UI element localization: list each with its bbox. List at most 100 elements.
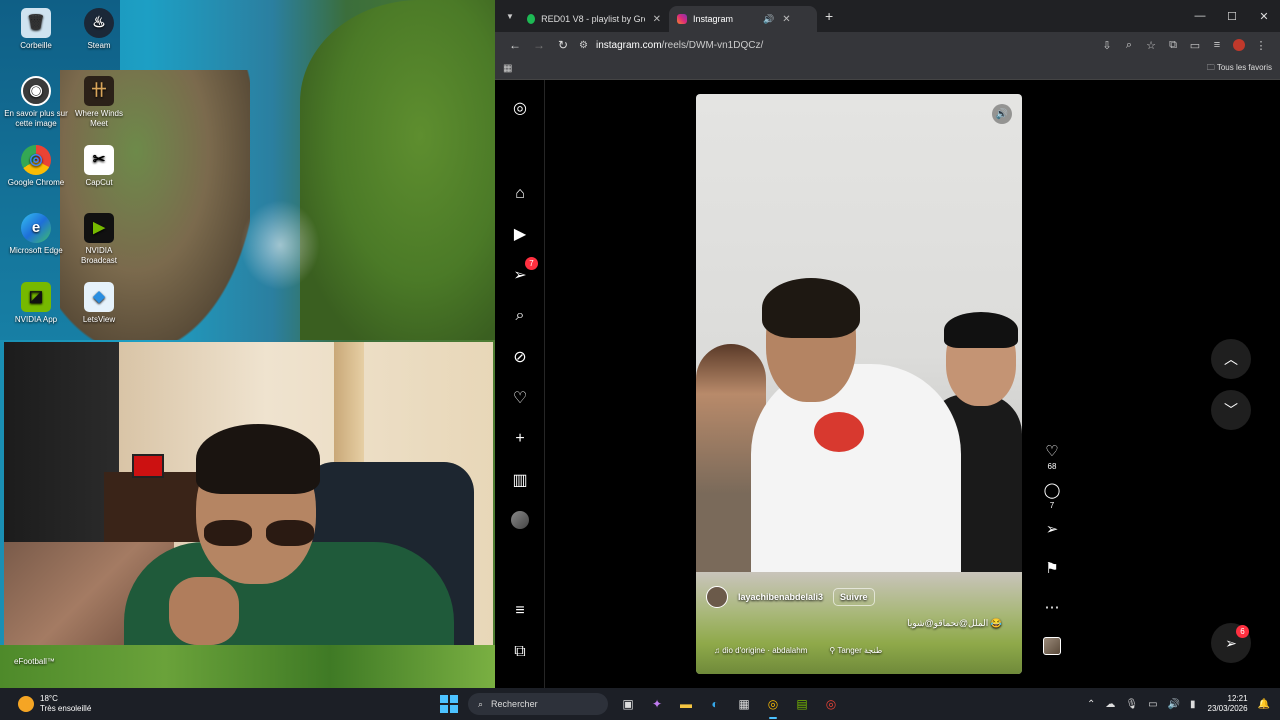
desktop-icon-capcut[interactable]: ✂ CapCut — [67, 145, 131, 188]
volume-icon[interactable]: 🔊 — [992, 104, 1012, 124]
home-icon[interactable]: ⌂ — [508, 182, 532, 206]
microphone-icon[interactable]: 🎙 — [1125, 699, 1138, 710]
onedrive-icon[interactable]: ☁ — [1105, 699, 1115, 710]
reels-icon[interactable]: ▶ — [508, 222, 532, 246]
address-bar: ← → ↻ ⚙ instagram.com/reels/DWM-vn1DQCz/… — [495, 32, 1280, 58]
extensions-icon[interactable]: ⧉ — [1162, 39, 1184, 52]
next-reel-button[interactable]: ﹀ — [1211, 390, 1251, 430]
profile-avatar-icon[interactable] — [1233, 38, 1245, 51]
search-icon[interactable]: ⌕ — [508, 304, 532, 328]
task-view-icon[interactable]: ▣ — [616, 692, 640, 716]
desktop-icon-label: Steam — [87, 41, 111, 50]
all-bookmarks-button[interactable]: 🗀 Tous les favoris — [1207, 62, 1272, 76]
reel-location[interactable]: ⚲ Tanger طنجة — [829, 646, 882, 655]
profile-item[interactable] — [508, 508, 532, 532]
like-button[interactable]: ♡ 68 — [1035, 442, 1069, 472]
desktop-icon-recycle-bin[interactable]: 🗑 Corbeille — [4, 8, 68, 51]
save-button[interactable]: ⚑ — [1035, 559, 1069, 589]
desktop-icon-chrome[interactable]: ◎ Google Chrome — [4, 145, 68, 188]
chrome-profile-taskbar-icon[interactable]: ◎ — [819, 692, 843, 716]
desktop-icon-label: NVIDIA Broadcast — [80, 246, 118, 265]
clock-time: 12:21 — [1227, 694, 1248, 703]
desktop-icon-where-winds-meet[interactable]: 卄 Where Winds Meet — [67, 76, 131, 129]
chrome-taskbar-icon[interactable]: ◎ — [761, 692, 785, 719]
camera-icon: ◉ — [21, 76, 51, 106]
chevron-up-icon[interactable]: ⌃ — [1087, 699, 1095, 710]
bookmarks-bar: ▦ 🗀 Tous les favoris — [495, 58, 1280, 80]
desktop-icon-edge[interactable]: e Microsoft Edge — [4, 213, 68, 256]
capcut-taskbar-icon[interactable]: ▤ — [790, 692, 814, 716]
share-button[interactable]: ➢ — [1035, 520, 1069, 550]
install-app-icon[interactable]: ⇩ — [1096, 39, 1118, 52]
desktop-icon-nvidia-app[interactable]: ◪ NVIDIA App — [4, 282, 68, 325]
taskbar-search-placeholder: Rechercher — [491, 699, 538, 709]
maximize-icon[interactable]: ☐ — [1216, 10, 1248, 23]
audio-page-button[interactable] — [1035, 637, 1069, 667]
new-tab-button[interactable]: + — [825, 8, 833, 24]
url-field[interactable]: ⚙ instagram.com/reels/DWM-vn1DQCz/ — [579, 40, 1096, 51]
more-options-button[interactable]: ⋯ — [1035, 598, 1069, 628]
zoom-icon[interactable]: ⌕ — [1118, 39, 1140, 52]
forward-icon[interactable]: → — [527, 38, 551, 52]
chrome-icon: ◎ — [21, 145, 51, 175]
close-window-icon[interactable]: ✕ — [1248, 10, 1280, 23]
reel-caption[interactable]: الملل@تحماقو@شويا 😂 — [696, 618, 1002, 629]
url-path: /reels/DWM-vn1DQCz/ — [661, 39, 764, 51]
messages-icon[interactable]: ➢ 7 — [508, 257, 538, 287]
dashboard-icon[interactable]: ▥ — [508, 468, 532, 492]
desktop-icon-letsview[interactable]: ◆ LetsView — [67, 282, 131, 325]
create-plus-icon[interactable]: + — [508, 427, 532, 451]
desktop-icon-efootball-label[interactable]: eFootball™ — [14, 657, 55, 666]
desktop-icon-steam[interactable]: ♨ Steam — [67, 8, 131, 51]
sidebar-icon[interactable]: ▭ — [1184, 39, 1206, 52]
reel-audio[interactable]: ♫ dio d'origine · abdalahm — [714, 646, 807, 655]
comment-button[interactable]: ◯ 7 — [1035, 481, 1069, 511]
messages-float-button[interactable]: ➢ 6 — [1211, 623, 1251, 663]
battery-icon[interactable]: ▮ — [1190, 699, 1196, 710]
copilot-icon[interactable]: ✦ — [645, 692, 669, 716]
more-menu-icon[interactable]: ≡ — [508, 599, 532, 623]
edge-taskbar-icon[interactable]: ◐ — [703, 692, 727, 716]
site-info-icon[interactable]: ⚙ — [579, 40, 588, 51]
close-tab-icon[interactable]: ✕ — [782, 14, 790, 25]
spotify-icon — [527, 14, 536, 24]
minimize-icon[interactable]: — — [1184, 10, 1216, 23]
instagram-logo-icon[interactable]: ◎ — [508, 96, 532, 120]
heart-icon: ♡ — [1045, 443, 1059, 460]
notifications-heart-icon[interactable]: ♡ — [508, 386, 532, 410]
media-control-icon[interactable]: ≡ — [1206, 39, 1228, 52]
comment-icon: ◯ — [1043, 482, 1061, 499]
tab-spotify[interactable]: RED01 V8 - playlist by Greenbo ✕ — [519, 6, 669, 32]
taskbar-search[interactable]: ⌕ Rechercher — [468, 693, 608, 715]
apps-grid-icon[interactable]: ▦ — [503, 63, 512, 74]
notification-bell-icon[interactable]: 🔔 — [1258, 699, 1270, 710]
reel-username[interactable]: layachibenabdelali3 — [738, 592, 823, 602]
menu-icon[interactable]: ⋮ — [1250, 39, 1272, 52]
weather-widget[interactable]: 18°C Très ensoleillé — [18, 694, 91, 714]
wallpaper-foam — [240, 200, 320, 290]
desktop-icon-about-image[interactable]: ◉ En savoir plus sur cette image — [4, 76, 68, 129]
close-tab-icon[interactable]: ✕ — [653, 14, 661, 25]
clock[interactable]: 12:21 23/03/2026 — [1208, 694, 1248, 714]
clock-date: 23/03/2026 — [1207, 704, 1248, 713]
follow-button[interactable]: Suivre — [833, 588, 875, 606]
microsoft-store-icon[interactable]: ▦ — [732, 692, 756, 716]
reload-icon[interactable]: ↻ — [551, 38, 575, 52]
desktop-icon-nvidia-broadcast[interactable]: ▶ NVIDIA Broadcast — [67, 213, 131, 266]
tab-search-button[interactable]: ▼ — [501, 12, 519, 21]
reel-video[interactable]: 🔊 layachibenabdelali3 Suivre الملل@تحماق… — [696, 94, 1022, 674]
webcam-person-hair — [196, 424, 320, 494]
audio-playing-icon[interactable]: 🔊 — [763, 14, 774, 25]
tab-instagram[interactable]: Instagram 🔊 ✕ — [669, 6, 817, 32]
display-icon[interactable]: ▭ — [1148, 699, 1157, 710]
back-icon[interactable]: ← — [503, 38, 527, 52]
previous-reel-button[interactable]: ︿ — [1211, 339, 1251, 379]
explore-icon[interactable]: ⊘ — [508, 345, 532, 369]
chevron-down-icon: ﹀ — [1224, 402, 1238, 418]
avatar[interactable] — [706, 586, 728, 608]
speaker-icon[interactable]: 🔊 — [1168, 699, 1180, 710]
file-explorer-icon[interactable]: ▬ — [674, 692, 698, 716]
also-from-meta-icon[interactable]: ⧉ — [508, 640, 532, 664]
bookmark-star-icon[interactable]: ☆ — [1140, 39, 1162, 52]
start-windows-icon[interactable] — [440, 695, 458, 713]
